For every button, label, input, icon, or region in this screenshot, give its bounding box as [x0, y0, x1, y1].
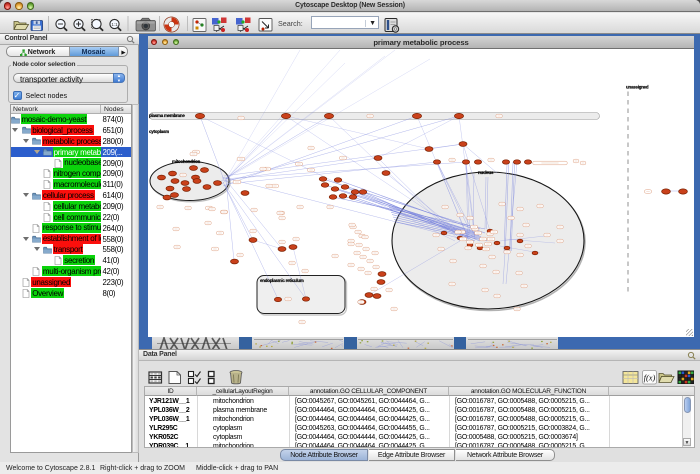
svg-text:cytoplasm: cytoplasm	[149, 129, 169, 134]
svg-text:endoplasmic reticulum: endoplasmic reticulum	[260, 278, 304, 283]
svg-text:f(x): f(x)	[644, 373, 656, 383]
svg-text:unassigned: unassigned	[626, 84, 649, 89]
svg-text:plasma membrane: plasma membrane	[149, 113, 185, 118]
svg-text:mitochondrion: mitochondrion	[172, 159, 201, 164]
svg-text:1:1: 1:1	[111, 22, 118, 27]
svg-text:nucleus: nucleus	[478, 170, 494, 175]
